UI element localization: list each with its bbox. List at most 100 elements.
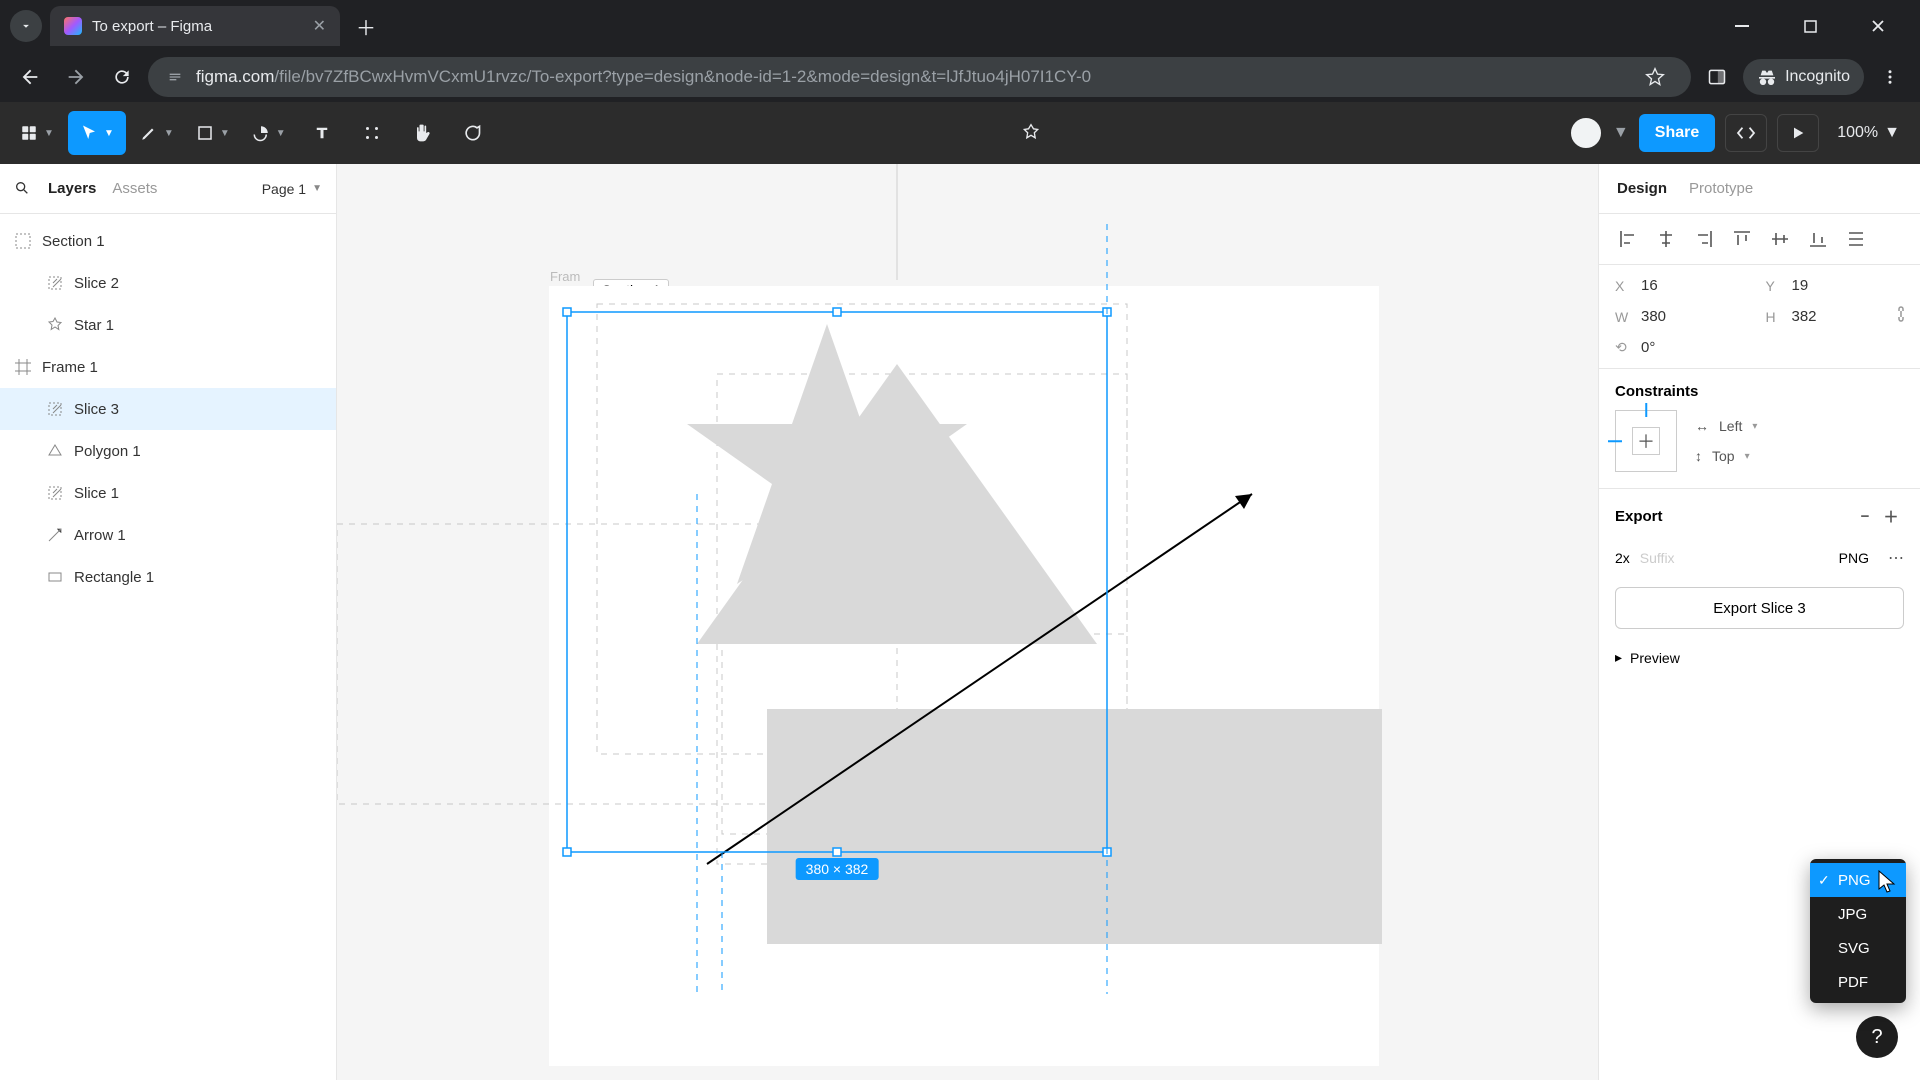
browser-navbar: figma.com/file/bv7ZfBCwxHvmVCxmU1rvzc/To… bbox=[0, 52, 1920, 102]
slice-icon bbox=[46, 484, 64, 502]
layers-tab[interactable]: Layers bbox=[48, 180, 96, 197]
multiplayer-tools-button[interactable] bbox=[1009, 111, 1053, 155]
new-tab-button[interactable]: ＋ bbox=[348, 8, 384, 44]
figma-favicon-icon bbox=[64, 17, 82, 35]
window-minimize-button[interactable] bbox=[1722, 10, 1762, 42]
align-right-button[interactable] bbox=[1687, 224, 1721, 254]
star-icon bbox=[46, 316, 64, 334]
bookmark-icon[interactable] bbox=[1635, 57, 1675, 97]
frame-tool-button[interactable]: ▼ bbox=[188, 111, 238, 155]
prototype-tab[interactable]: Prototype bbox=[1689, 180, 1753, 197]
nav-back-button[interactable] bbox=[10, 57, 50, 97]
move-tool-button[interactable]: ▼ bbox=[68, 111, 126, 155]
layer-label: Frame 1 bbox=[42, 359, 98, 376]
user-avatar[interactable] bbox=[1569, 116, 1603, 150]
selection-dimensions-badge: 380 × 382 bbox=[796, 858, 879, 880]
layer-row-section-1[interactable]: Section 1 bbox=[0, 220, 336, 262]
inspector-panel: Design Prototype X16 Y19 W380 H382 bbox=[1598, 164, 1920, 1080]
h-field[interactable]: H382 bbox=[1766, 308, 1905, 325]
tab-close-icon[interactable]: ✕ bbox=[313, 16, 326, 36]
browser-tabbar: To export – Figma ✕ ＋ bbox=[0, 0, 1920, 52]
format-option-jpg[interactable]: JPG bbox=[1810, 897, 1906, 931]
help-button[interactable]: ? bbox=[1856, 1016, 1898, 1058]
align-bottom-button[interactable] bbox=[1801, 224, 1835, 254]
dev-mode-button[interactable] bbox=[1725, 114, 1767, 152]
incognito-chip[interactable]: Incognito bbox=[1743, 59, 1864, 95]
resources-button[interactable] bbox=[350, 111, 394, 155]
slice-icon bbox=[46, 274, 64, 292]
arrow-icon bbox=[46, 526, 64, 544]
export-suffix-input[interactable]: Suffix bbox=[1640, 550, 1820, 566]
export-format-select[interactable]: PNG bbox=[1830, 545, 1878, 571]
window-close-button[interactable] bbox=[1858, 10, 1898, 42]
distribute-button[interactable] bbox=[1839, 224, 1873, 254]
layer-row-frame-1[interactable]: Frame 1 bbox=[0, 346, 336, 388]
x-field[interactable]: X16 bbox=[1615, 277, 1754, 294]
format-option-pdf[interactable]: PDF bbox=[1810, 965, 1906, 999]
url-text: figma.com/file/bv7ZfBCwxHvmVCxmU1rvzc/To… bbox=[196, 67, 1625, 87]
frame-icon bbox=[14, 358, 32, 376]
constraint-h-icon: ↔ bbox=[1695, 418, 1709, 434]
section-icon bbox=[14, 232, 32, 250]
browser-menu-button[interactable] bbox=[1870, 57, 1910, 97]
zoom-control[interactable]: 100%▼ bbox=[1829, 124, 1908, 142]
search-icon[interactable] bbox=[14, 180, 32, 198]
nav-reload-button[interactable] bbox=[102, 57, 142, 97]
layer-label: Arrow 1 bbox=[74, 527, 126, 544]
align-vcenter-button[interactable] bbox=[1763, 224, 1797, 254]
layer-row-slice-1[interactable]: Slice 1 bbox=[0, 472, 336, 514]
layer-label: Slice 3 bbox=[74, 401, 119, 418]
canvas[interactable]: Fram Section 1 bbox=[337, 164, 1598, 1080]
pen-tool-button[interactable]: ▼ bbox=[132, 111, 182, 155]
constraint-h-select[interactable]: ↔ Left ▾ bbox=[1695, 418, 1757, 434]
page-selector[interactable]: Page 1 ▼ bbox=[262, 181, 322, 197]
url-bar[interactable]: figma.com/file/bv7ZfBCwxHvmVCxmU1rvzc/To… bbox=[148, 57, 1691, 97]
rotation-field[interactable]: ⟲0° bbox=[1615, 339, 1754, 356]
layer-label: Slice 1 bbox=[74, 485, 119, 502]
main-menu-button[interactable]: ▼ bbox=[12, 111, 62, 155]
export-header: Export bbox=[1615, 508, 1663, 525]
export-button[interactable]: Export Slice 3 bbox=[1615, 587, 1904, 629]
browser-tab[interactable]: To export – Figma ✕ bbox=[50, 6, 340, 46]
constraints-header: Constraints bbox=[1599, 369, 1920, 410]
design-tab[interactable]: Design bbox=[1617, 180, 1667, 197]
layer-label: Polygon 1 bbox=[74, 443, 141, 460]
constraints-widget[interactable]: ＋ bbox=[1615, 410, 1677, 472]
w-field[interactable]: W380 bbox=[1615, 308, 1754, 325]
text-tool-button[interactable] bbox=[300, 111, 344, 155]
link-wh-icon[interactable] bbox=[1894, 305, 1908, 328]
polygon-icon bbox=[46, 442, 64, 460]
export-scale-select[interactable]: 2x bbox=[1615, 550, 1630, 566]
layer-row-polygon-1[interactable]: Polygon 1 bbox=[0, 430, 336, 472]
layer-row-star-1[interactable]: Star 1 bbox=[0, 304, 336, 346]
side-panel-icon[interactable] bbox=[1697, 57, 1737, 97]
present-button[interactable] bbox=[1777, 114, 1819, 152]
y-field[interactable]: Y19 bbox=[1766, 277, 1905, 294]
export-add-button[interactable]: ＋ bbox=[1878, 503, 1904, 529]
window-maximize-button[interactable] bbox=[1790, 10, 1830, 42]
figma-toolbar: ▼ ▼ ▼ ▼ ▼ bbox=[0, 102, 1920, 164]
assets-tab[interactable]: Assets bbox=[112, 180, 157, 197]
export-settings-more-button[interactable]: ⋯ bbox=[1888, 548, 1904, 568]
constraint-v-select[interactable]: ↕ Top ▾ bbox=[1695, 448, 1757, 464]
layer-row-slice-3[interactable]: Slice 3 bbox=[0, 388, 336, 430]
shape-tool-button[interactable]: ▼ bbox=[244, 111, 294, 155]
layer-row-rectangle-1[interactable]: Rectangle 1 bbox=[0, 556, 336, 598]
nav-forward-button[interactable] bbox=[56, 57, 96, 97]
share-button[interactable]: Share bbox=[1639, 114, 1715, 152]
format-option-svg[interactable]: SVG bbox=[1810, 931, 1906, 965]
layer-row-slice-2[interactable]: Slice 2 bbox=[0, 262, 336, 304]
align-left-button[interactable] bbox=[1611, 224, 1645, 254]
tab-search-button[interactable] bbox=[10, 10, 42, 42]
align-top-button[interactable] bbox=[1725, 224, 1759, 254]
export-preview-toggle[interactable]: ▸ Preview bbox=[1599, 641, 1920, 682]
chevron-right-icon: ▸ bbox=[1615, 649, 1622, 666]
layer-label: Rectangle 1 bbox=[74, 569, 154, 586]
site-info-icon[interactable] bbox=[164, 66, 186, 88]
layer-label: Section 1 bbox=[42, 233, 105, 250]
export-remove-button[interactable]: − bbox=[1852, 503, 1878, 529]
layer-row-arrow-1[interactable]: Arrow 1 bbox=[0, 514, 336, 556]
hand-tool-button[interactable] bbox=[400, 111, 444, 155]
align-hcenter-button[interactable] bbox=[1649, 224, 1683, 254]
comment-tool-button[interactable] bbox=[450, 111, 494, 155]
